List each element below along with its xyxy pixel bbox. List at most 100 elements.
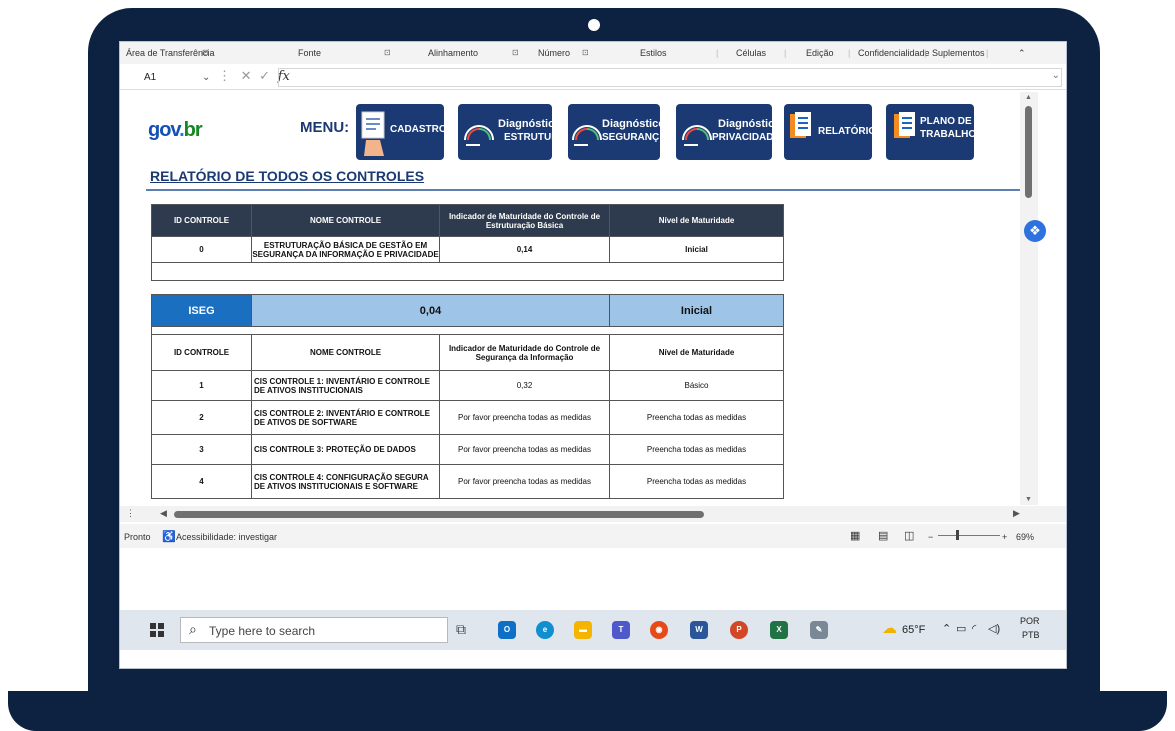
dialog-launcher-icon[interactable]: ⊡ [512,48,519,57]
table-row[interactable]: 3 CIS CONTROLE 3: PROTEÇÃO DE DADOS Por … [151,434,784,465]
scroll-left-icon[interactable]: ◀ [160,508,167,519]
vertical-scroll-thumb[interactable] [1025,106,1032,198]
menu-button-cadastros[interactable]: CADASTROS [356,104,453,160]
table-row[interactable]: 0 ESTRUTURAÇÃO BÁSICA DE GESTÃO EM SEGUR… [151,236,784,263]
table-cell[interactable]: ESTRUTURAÇÃO BÁSICA DE GESTÃO EM SEGURAN… [251,236,440,263]
table-row[interactable]: 4 CIS CONTROLE 4: CONFIGURAÇÃO SEGURA DE… [151,464,784,499]
enter-icon[interactable]: ✓ [259,68,270,83]
horizontal-scroll-thumb[interactable] [174,511,704,518]
battery-icon[interactable]: ▭ [956,622,966,635]
menu-button-diagnostico-privacidade[interactable]: Diagnóstico PRIVACIDADE [676,104,781,160]
table-cell[interactable] [151,262,784,281]
ribbon-group-alignment[interactable]: Alinhamento [428,48,478,58]
ribbon-group-cells[interactable]: Células [736,48,766,58]
dialog-launcher-icon[interactable]: ⊡ [582,48,589,57]
chrome-icon[interactable]: ◉ [650,621,668,639]
table-row[interactable]: 1 CIS CONTROLE 1: INVENTÁRIO E CONTROLE … [151,370,784,401]
page-break-view-icon[interactable]: ◫ [904,529,914,542]
table-cell[interactable]: Por favor preencha todas as medidas [439,400,610,435]
scroll-down-icon[interactable]: ▼ [1025,496,1032,503]
table-cell[interactable]: Por favor preencha todas as medidas [439,434,610,465]
paint-icon[interactable]: ✎ [810,621,828,639]
powerpoint-icon[interactable]: P [730,621,748,639]
normal-view-icon[interactable]: ▦ [850,529,860,542]
zoom-in-icon[interactable]: + [1002,532,1007,542]
table-cell[interactable]: Preencha todas as medidas [609,464,784,499]
iseg-level[interactable]: Inicial [609,294,785,327]
word-icon[interactable]: W [690,621,708,639]
table-cell[interactable] [151,326,784,335]
table-cell[interactable]: 3 [151,434,252,465]
formula-input[interactable] [278,68,1062,87]
file-explorer-icon[interactable]: ▬ [574,621,592,639]
menu-button-diagnostico-estrutura[interactable]: Diagnóstico ESTRUTURA [458,104,566,160]
zoom-slider-thumb[interactable] [956,530,959,540]
ribbon-group-number[interactable]: Número [538,48,570,58]
table-cell[interactable]: Inicial [609,236,784,263]
table-cell[interactable]: 2 [151,400,252,435]
scroll-up-icon[interactable]: ▲ [1025,94,1032,101]
table-cell[interactable]: 1 [151,370,252,401]
ribbon-group-addins[interactable]: Suplementos [932,48,985,58]
table-cell[interactable]: 0 [151,236,252,263]
accessibility-icon[interactable]: ♿ [162,530,176,543]
cancel-icon[interactable]: ✕ [241,68,252,83]
more-options-icon[interactable]: ⋮ [126,508,135,519]
ribbon-group-sensitivity[interactable]: Confidencialidade [858,48,930,58]
teams-icon[interactable]: T [612,621,630,639]
more-options-icon[interactable]: ⋮ [218,68,231,83]
menu-button-relatorio[interactable]: RELATÓRIO [784,104,876,160]
expand-formula-bar-icon[interactable]: ⌄ [1052,70,1060,81]
keyboard-layout[interactable]: PTB [1022,630,1040,640]
table-cell[interactable]: CIS CONTROLE 1: INVENTÁRIO E CONTROLE DE… [251,370,440,401]
clipboard-hand-icon [361,111,385,156]
ribbon-group-editing[interactable]: Edição [806,48,834,58]
zoom-level[interactable]: 69% [1016,532,1034,542]
table-cell[interactable]: Básico [609,370,784,401]
edge-icon[interactable]: e [536,621,554,639]
wifi-icon[interactable]: ◜ [972,622,976,635]
dialog-launcher-icon[interactable]: ⊡ [202,48,209,57]
taskbar-search-input[interactable]: ⌕ Type here to search [180,617,448,643]
zoom-slider-track[interactable] [938,535,1000,536]
chevron-up-icon[interactable]: ⌃ [942,622,951,635]
volume-icon[interactable]: ◁) [988,622,1000,635]
menu-button-plano-de-trabalho[interactable]: PLANO DE TRABALHO [886,104,976,160]
table-cell[interactable]: CIS CONTROLE 3: PROTEÇÃO DE DADOS [251,434,440,465]
table-cell[interactable]: 0,14 [439,236,610,263]
weather-temperature[interactable]: 65°F [902,624,925,636]
scroll-right-icon[interactable]: ▶ [1013,508,1020,519]
windows-start-icon[interactable] [150,623,164,637]
table-cell[interactable]: 0,32 [439,370,610,401]
iseg-label[interactable]: ISEG [151,294,252,327]
weather-icon[interactable]: ☁ [882,619,897,637]
table-cell[interactable]: Preencha todas as medidas [609,434,784,465]
iseg-value[interactable]: 0,04 [250,294,611,327]
table-cell[interactable]: Por favor preencha todas as medidas [439,464,610,499]
excel-icon[interactable]: X [770,621,788,639]
menu-button-diagnostico-seguranca[interactable]: Diagnóstico SEGURANÇ [568,104,665,160]
page-layout-view-icon[interactable]: ▤ [878,529,888,542]
ribbon-separator: | [784,48,787,58]
dropbox-icon[interactable]: ❖ [1024,220,1046,242]
accessibility-status[interactable]: Acessibilidade: investigar [176,532,277,542]
table-cell[interactable]: Preencha todas as medidas [609,400,784,435]
ribbon-collapse-icon[interactable]: ⌃ [1018,48,1026,59]
worksheet[interactable]: gov.br MENU: CADASTROS Diagnóstico ESTRU… [120,92,1020,505]
table-cell[interactable]: CIS CONTROLE 2: INVENTÁRIO E CONTROLE DE… [251,400,440,435]
ribbon-group-styles[interactable]: Estilos [640,48,667,58]
task-view-icon[interactable]: ⧉ [456,621,466,638]
table-cell[interactable]: CIS CONTROLE 4: CONFIGURAÇÃO SEGURA DE A… [251,464,440,499]
column-header: Indicador de Maturidade do Controle de E… [439,204,610,237]
search-icon: ⌕ [189,621,197,637]
ribbon-group-font[interactable]: Fonte [298,48,321,58]
name-box[interactable]: A1 ⌄ [144,70,214,86]
zoom-out-icon[interactable]: − [928,532,933,542]
language-code[interactable]: POR [1020,616,1040,626]
table-cell[interactable]: 4 [151,464,252,499]
dialog-launcher-icon[interactable]: ⊡ [384,48,391,57]
vertical-scrollbar[interactable]: ▲ ▼ [1020,92,1038,505]
table-row[interactable]: 2 CIS CONTROLE 2: INVENTÁRIO E CONTROLE … [151,400,784,435]
outlook-icon[interactable]: O [498,621,516,639]
chevron-down-icon[interactable]: ⌄ [202,72,210,83]
